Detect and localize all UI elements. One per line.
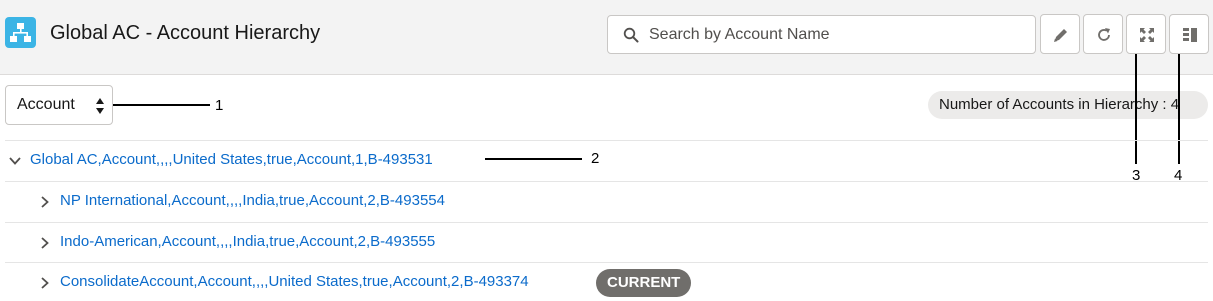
hierarchy-row: Indo-American,Account,,,,India,true,Acco… [5, 222, 1208, 262]
hierarchy-row: Global AC,Account,,,,United States,true,… [5, 140, 1208, 180]
expand-button[interactable] [1126, 14, 1166, 54]
chevron-right-icon[interactable] [38, 195, 52, 214]
search-placeholder: Search by Account Name [649, 26, 830, 43]
account-link[interactable]: Indo-American,Account,,,,India,true,Acco… [60, 233, 435, 250]
object-type-select[interactable]: Account [5, 85, 113, 125]
account-count-label: Number of Accounts in Hierarchy : 4 [939, 96, 1180, 113]
search-icon [623, 27, 639, 48]
sort-arrows-icon [95, 96, 105, 121]
page-title: Global AC - Account Hierarchy [50, 22, 321, 44]
columns-button[interactable] [1169, 14, 1209, 54]
chevron-right-icon[interactable] [38, 276, 52, 295]
account-link[interactable]: NP International,Account,,,,India,true,A… [60, 192, 445, 209]
chevron-down-icon[interactable] [8, 154, 22, 173]
edit-button[interactable] [1040, 14, 1080, 54]
account-link[interactable]: ConsolidateAccount,Account,,,,United Sta… [60, 273, 529, 290]
object-type-value: Account [17, 96, 75, 113]
current-badge: CURRENT [596, 269, 692, 297]
page-header: Global AC - Account Hierarchy Search by … [0, 0, 1213, 75]
hierarchy-row: NP International,Account,,,,India,true,A… [5, 181, 1208, 221]
callout-number-1: 1 [215, 97, 224, 114]
account-link[interactable]: Global AC,Account,,,,United States,true,… [30, 151, 433, 168]
search-input[interactable]: Search by Account Name [607, 15, 1036, 54]
refresh-button[interactable] [1083, 14, 1123, 54]
chevron-right-icon[interactable] [38, 236, 52, 255]
hierarchy-row: ConsolidateAccount,Account,,,,United Sta… [5, 262, 1208, 301]
account-count-badge: Number of Accounts in Hierarchy : 4 [928, 91, 1208, 119]
hierarchy-icon [5, 17, 36, 48]
callout-line-1 [113, 104, 210, 106]
